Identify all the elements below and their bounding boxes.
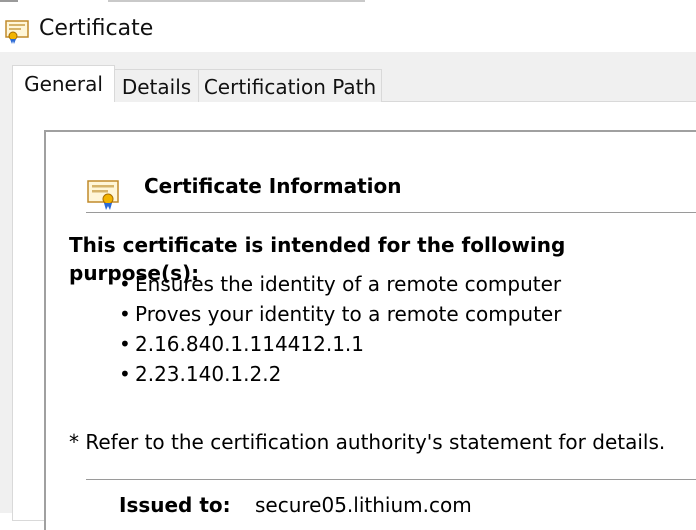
divider [86, 212, 696, 213]
title-bar: Certificate [0, 0, 696, 52]
tab-certification-path[interactable]: Certification Path [198, 69, 382, 102]
list-item: • 2.23.140.1.2.2 [119, 359, 561, 389]
list-item: • 2.16.840.1.114412.1.1 [119, 329, 561, 359]
tab-details-label: Details [121, 75, 192, 99]
certificate-information-title: Certificate Information [144, 174, 402, 198]
issued-to-label: Issued to: [119, 493, 231, 517]
purpose-text: Proves your identity to a remote compute… [135, 302, 562, 326]
tab-certification-path-label: Certification Path [203, 75, 377, 99]
window-title: Certificate [39, 16, 154, 41]
certificate-icon [5, 20, 29, 44]
tab-general[interactable]: General [12, 65, 115, 102]
title-bar-edge [0, 0, 696, 2]
purpose-list: • Ensures the identity of a remote comput… [119, 269, 561, 389]
tab-general-label: General [24, 72, 103, 96]
authority-note: * Refer to the certification authority's… [69, 430, 666, 454]
list-item: • Proves your identity to a remote comput… [119, 299, 561, 329]
list-item: • Ensures the identity of a remote comput… [119, 269, 561, 299]
issued-to-value: secure05.lithium.com [255, 493, 472, 517]
purpose-text: 2.16.840.1.114412.1.1 [135, 332, 365, 356]
bullet: • [119, 302, 131, 326]
purpose-text: Ensures the identity of a remote compute… [135, 272, 562, 296]
bullet: • [119, 272, 131, 296]
purpose-text: 2.23.140.1.2.2 [135, 362, 282, 386]
certificate-icon [87, 180, 119, 210]
bullet: • [119, 362, 131, 386]
tab-details[interactable]: Details [114, 69, 199, 102]
divider [86, 479, 696, 480]
bullet: • [119, 332, 131, 356]
